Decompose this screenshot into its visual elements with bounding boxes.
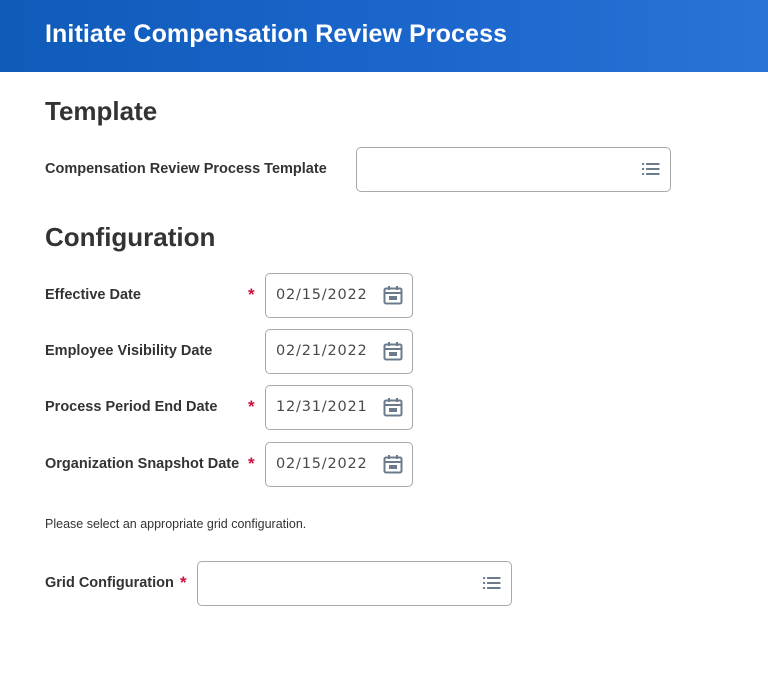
page-title: Initiate Compensation Review Process <box>45 20 508 48</box>
employee-visibility-date-label: Employee Visibility Date <box>45 343 213 359</box>
required-marker: * <box>248 285 255 304</box>
grid-configuration-input[interactable] <box>197 561 512 606</box>
page-header: Initiate Compensation Review Process <box>0 0 768 72</box>
grid-configuration-label: Grid Configuration <box>45 575 174 591</box>
employee-visibility-date-input[interactable]: 02/21/2022 <box>265 329 413 374</box>
configuration-section-title: Configuration <box>45 222 216 252</box>
organization-snapshot-date-input[interactable]: 02/15/2022 <box>265 442 413 487</box>
process-period-end-date-input[interactable]: 12/31/2021 <box>265 385 413 430</box>
organization-snapshot-date-value: 02/15/2022 <box>276 456 368 472</box>
calendar-icon[interactable] <box>382 453 404 475</box>
required-marker: * <box>248 454 255 473</box>
effective-date-label: Effective Date <box>45 287 141 303</box>
prompt-list-icon <box>483 577 501 589</box>
calendar-icon[interactable] <box>382 340 404 362</box>
calendar-icon[interactable] <box>382 284 404 306</box>
grid-configuration-helper-text: Please select an appropriate grid config… <box>45 517 307 531</box>
compensation-review-template-input[interactable] <box>356 147 671 192</box>
organization-snapshot-date-label: Organization Snapshot Date <box>45 456 240 472</box>
process-period-end-date-value: 12/31/2021 <box>276 399 368 415</box>
required-marker: * <box>180 573 187 592</box>
effective-date-input[interactable]: 02/15/2022 <box>265 273 413 318</box>
process-period-end-date-label: Process Period End Date <box>45 399 218 415</box>
required-marker: * <box>248 397 255 416</box>
prompt-list-icon <box>642 163 660 175</box>
calendar-icon[interactable] <box>382 396 404 418</box>
effective-date-value: 02/15/2022 <box>276 287 368 303</box>
compensation-review-template-label: Compensation Review Process Template <box>45 161 327 177</box>
employee-visibility-date-value: 02/21/2022 <box>276 343 368 359</box>
template-section-title: Template <box>45 96 158 126</box>
